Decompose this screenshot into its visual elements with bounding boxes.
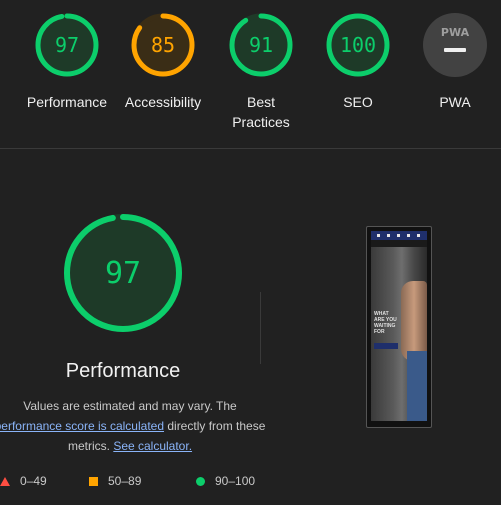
section-divider <box>0 148 501 149</box>
performance-description: Values are estimated and may vary. The p… <box>0 396 270 456</box>
pwa-badge-icon: PWA <box>423 13 487 77</box>
gauge-accessibility-label: Accessibility <box>124 94 202 110</box>
page-screenshot-thumbnail[interactable]: WHAT ARE YOU WAITING FOR <box>366 226 432 428</box>
gauge-best-practices[interactable]: 91 Best Practices <box>211 12 311 132</box>
performance-title: Performance <box>65 360 181 382</box>
gauge-seo-label: SEO <box>343 94 373 110</box>
performance-big-gauge-ring: 97 <box>64 214 182 332</box>
gauge-accessibility-score: 85 <box>151 33 175 57</box>
gauge-best-practices-label: Best Practices <box>232 94 290 130</box>
screenshot-figure-shorts <box>407 351 427 421</box>
legend-pass: 90–100 <box>196 474 255 488</box>
gauge-performance-score: 97 <box>55 33 79 57</box>
category-gauges-row: 97 Performance 85 Accessibility 91 Best … <box>0 0 501 148</box>
gauge-performance[interactable]: 97 Performance <box>17 12 117 112</box>
gauge-pwa[interactable]: PWA PWA <box>405 12 501 112</box>
screenshot-screen: WHAT ARE YOU WAITING FOR <box>371 231 427 421</box>
legend-fail: 0–49 <box>0 474 47 488</box>
screenshot-subbar <box>371 240 427 247</box>
pwa-badge-text: PWA <box>441 26 470 39</box>
performance-big-gauge: 97 <box>62 212 184 339</box>
gauge-accessibility-ring: 85 <box>131 13 195 77</box>
gauge-seo[interactable]: 100 SEO <box>308 12 408 112</box>
gauge-seo-score: 100 <box>340 33 376 57</box>
screenshot-figure <box>401 281 427 361</box>
see-calculator-link[interactable]: See calculator. <box>113 439 192 453</box>
gauge-performance-ring: 97 <box>35 13 99 77</box>
triangle-icon <box>0 476 10 486</box>
performance-big-score: 97 <box>105 256 141 291</box>
score-calculated-link[interactable]: performance score is calculated <box>0 419 164 433</box>
screenshot-headline: WHAT ARE YOU WAITING FOR <box>374 311 397 335</box>
gauge-best-practices-ring: 91 <box>229 13 293 77</box>
legend-fail-label: 0–49 <box>20 474 47 488</box>
square-icon <box>89 476 98 486</box>
legend-pass-label: 90–100 <box>215 474 256 488</box>
circle-icon <box>196 476 205 486</box>
gauge-accessibility[interactable]: 85 Accessibility <box>113 12 213 112</box>
legend-average: 50–89 <box>89 474 141 488</box>
gauge-best-practices-score: 91 <box>249 33 273 57</box>
screenshot-cta-button <box>374 343 398 349</box>
legend-average-label: 50–89 <box>108 474 142 488</box>
desc-text-1: Values are estimated and may vary. The <box>23 399 237 413</box>
gauge-seo-ring: 100 <box>326 13 390 77</box>
gauge-performance-label: Performance <box>26 94 108 110</box>
gauge-pwa-label: PWA <box>439 94 471 110</box>
vertical-divider <box>260 292 261 364</box>
screenshot-navbar <box>371 231 427 240</box>
